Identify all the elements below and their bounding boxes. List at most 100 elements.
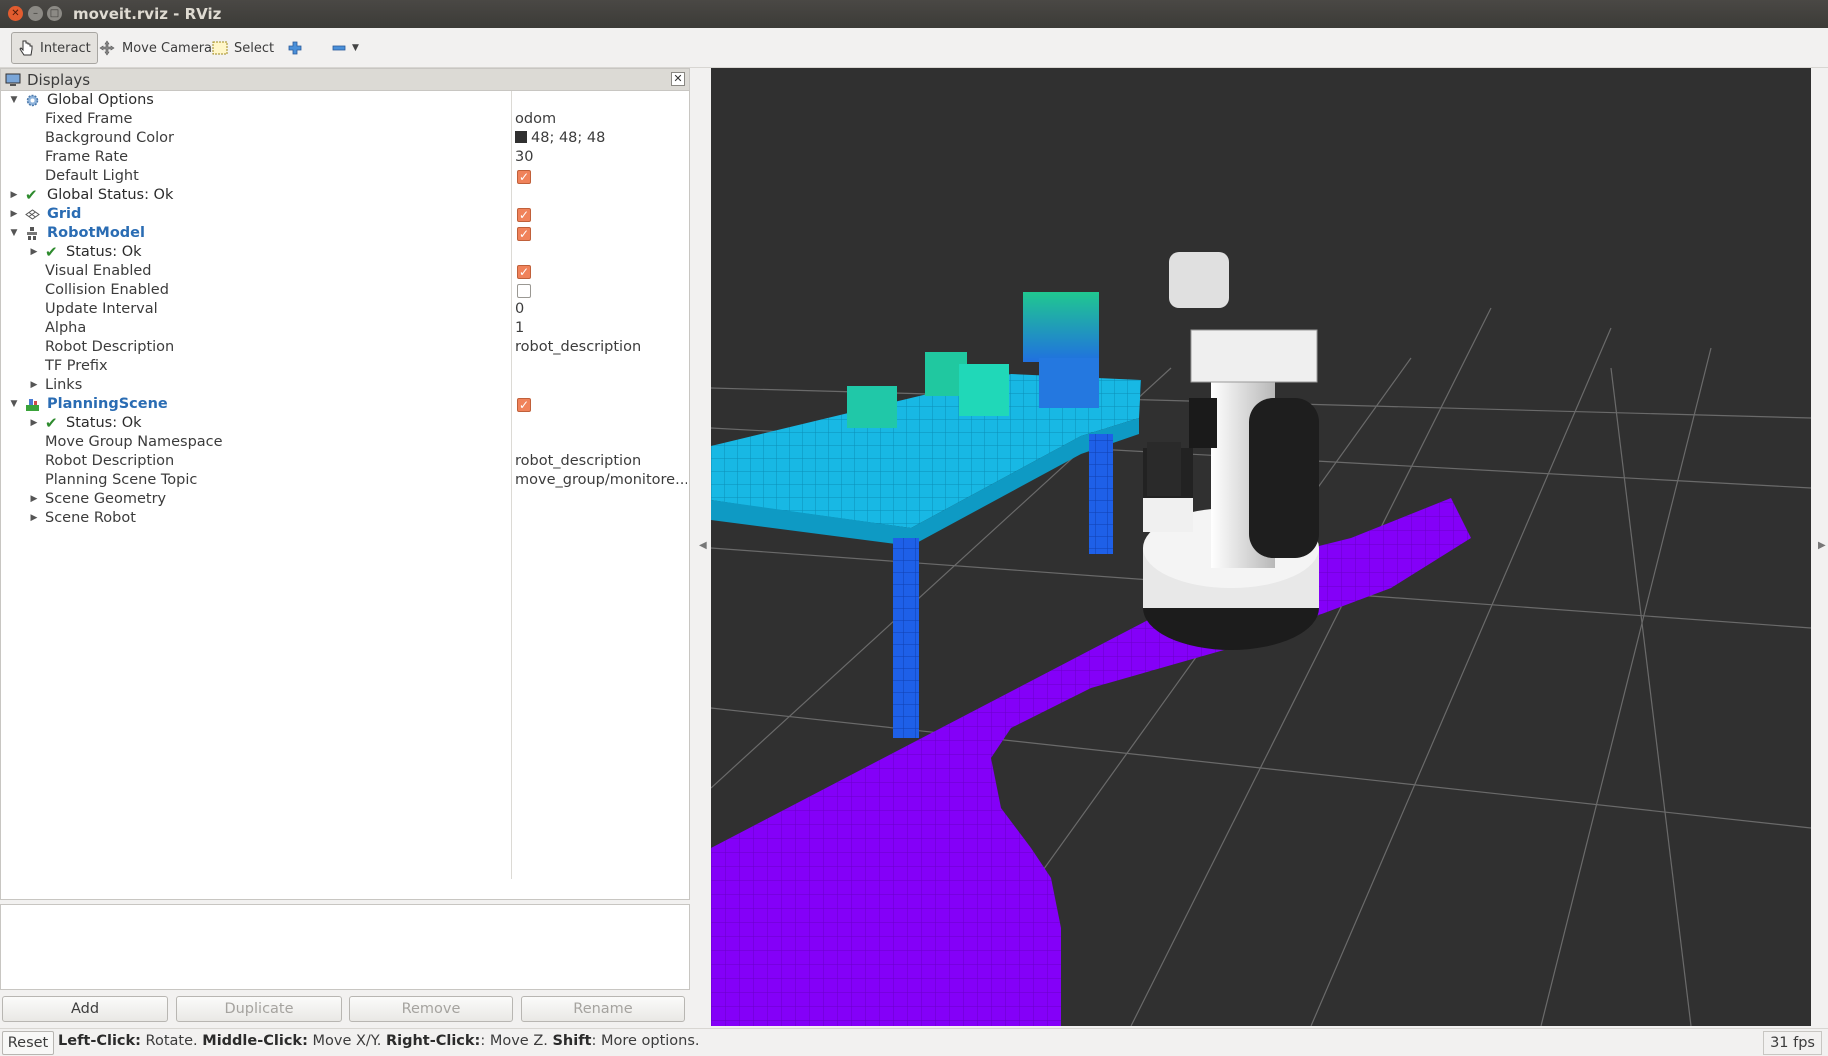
- tree-row-alpha[interactable]: Alpha 1: [1, 319, 689, 338]
- tree-label: Update Interval: [45, 301, 158, 317]
- tree-row-robot-description[interactable]: Robot Description robot_description: [1, 338, 689, 357]
- reset-button[interactable]: Reset: [2, 1031, 54, 1055]
- expand-arrow-icon[interactable]: ▼: [9, 395, 19, 414]
- tree-value[interactable]: 0: [515, 300, 687, 319]
- tree-value[interactable]: robot_description: [515, 338, 687, 357]
- displays-panel: Displays ✕ ▼ Global Options Fixed Frame …: [0, 68, 690, 900]
- select-label: Select: [234, 40, 275, 56]
- expand-arrow-icon[interactable]: ▼: [9, 224, 19, 243]
- tree-row-collision-enabled[interactable]: Collision Enabled: [1, 281, 689, 300]
- tree-value[interactable]: odom: [515, 110, 687, 129]
- expand-arrow-icon[interactable]: ▶: [29, 509, 39, 528]
- tree-label: Robot Description: [45, 339, 175, 355]
- default-light-checkbox[interactable]: [517, 168, 531, 187]
- right-click-desc: : Move Z.: [480, 1033, 553, 1049]
- move-camera-tool-button[interactable]: Move Camera: [92, 32, 218, 64]
- color-swatch: [515, 131, 527, 143]
- title-bar: ✕ – □ moveit.rviz - RViz: [0, 0, 1828, 28]
- tree-row-update-interval[interactable]: Update Interval 0: [1, 300, 689, 319]
- tree-row-scene-robot[interactable]: ▶ Scene Robot: [1, 509, 689, 528]
- collision-enabled-checkbox[interactable]: [517, 284, 531, 298]
- select-tool-button[interactable]: Select: [206, 32, 280, 64]
- displays-header: Displays ✕: [1, 69, 689, 91]
- tree-row-visual-enabled[interactable]: Visual Enabled: [1, 262, 689, 282]
- tree-row-planningscene[interactable]: ▼ PlanningScene: [1, 395, 689, 415]
- tree-row-links[interactable]: ▶ Links: [1, 376, 689, 395]
- table-leg: [1089, 434, 1113, 554]
- collapse-left-arrow-icon[interactable]: ◀: [699, 540, 707, 551]
- tree-row-frame-rate[interactable]: Frame Rate 30: [1, 148, 689, 167]
- middle-click-desc: Move X/Y.: [307, 1033, 386, 1049]
- remove-tool-menu[interactable]: ▼: [326, 32, 365, 64]
- tree-value-color[interactable]: 48; 48; 48: [515, 129, 687, 148]
- tree-value[interactable]: 1: [515, 319, 687, 338]
- tree-label: Scene Robot: [45, 510, 136, 526]
- remove-display-button[interactable]: Remove: [349, 996, 513, 1022]
- close-window-button[interactable]: ✕: [8, 6, 23, 21]
- plus-icon: [288, 41, 302, 55]
- expand-arrow-icon[interactable]: ▼: [9, 91, 19, 110]
- tree-label: Status: Ok: [66, 244, 142, 260]
- checkmark-icon: ✔: [25, 186, 38, 204]
- status-bar: Reset Left-Click: Rotate. Middle-Click: …: [0, 1028, 1828, 1056]
- expand-arrow-icon[interactable]: ▶: [29, 414, 39, 433]
- shift-desc: : More options.: [591, 1033, 700, 1049]
- tree-label: Default Light: [45, 168, 139, 184]
- expand-arrow-icon[interactable]: ▶: [9, 186, 19, 205]
- tree-row-move-group-namespace[interactable]: Move Group Namespace: [1, 433, 689, 452]
- robotmodel-enabled-checkbox[interactable]: [517, 225, 531, 244]
- minimize-window-button[interactable]: –: [28, 6, 43, 21]
- monitor-icon: [5, 72, 21, 92]
- tree-row-planning-scene-topic[interactable]: Planning Scene Topic move_group/monitore…: [1, 471, 689, 490]
- tree-label: Status: Ok: [66, 415, 142, 431]
- expand-arrow-icon[interactable]: ▶: [29, 490, 39, 509]
- tree-label: Planning Scene Topic: [45, 472, 198, 488]
- interact-tool-button[interactable]: Interact: [11, 32, 98, 64]
- table-leg: [893, 538, 919, 738]
- tree-row-planningscene-status[interactable]: ▶ ✔ Status: Ok: [1, 414, 689, 433]
- grid-enabled-checkbox[interactable]: [517, 206, 531, 225]
- duplicate-display-button[interactable]: Duplicate: [176, 996, 342, 1022]
- tree-label: TF Prefix: [45, 358, 108, 374]
- expand-arrow-icon[interactable]: ▶: [29, 243, 39, 262]
- planningscene-enabled-checkbox[interactable]: [517, 396, 531, 415]
- tree-label: Global Options: [47, 92, 154, 108]
- close-panel-icon[interactable]: ✕: [671, 72, 685, 86]
- tree-value[interactable]: 30: [515, 148, 687, 167]
- expand-arrow-icon[interactable]: ▶: [29, 376, 39, 395]
- displays-title: Displays: [27, 71, 91, 89]
- tree-row-robotmodel-status[interactable]: ▶ ✔ Status: Ok: [1, 243, 689, 262]
- maximize-window-button[interactable]: □: [47, 6, 62, 21]
- object-voxels: [1023, 292, 1099, 362]
- tree-row-robotmodel[interactable]: ▼ RobotModel: [1, 224, 689, 244]
- tree-row-fixed-frame[interactable]: Fixed Frame odom: [1, 110, 689, 129]
- tree-label: Robot Description: [45, 453, 175, 469]
- tree-row-robot-description[interactable]: Robot Description robot_description: [1, 452, 689, 471]
- tree-row-default-light[interactable]: Default Light: [1, 167, 689, 187]
- add-display-button[interactable]: Add: [2, 996, 168, 1022]
- scene-canvas: [711, 252, 1811, 1026]
- right-click-key: Right-Click:: [385, 1033, 481, 1049]
- tree-value[interactable]: move_group/monitore...: [515, 471, 687, 490]
- collapse-right-arrow-icon[interactable]: ▶: [1818, 540, 1826, 551]
- tree-label: Frame Rate: [45, 149, 129, 165]
- visual-enabled-checkbox[interactable]: [517, 263, 531, 282]
- displays-tree: ▼ Global Options Fixed Frame odom Backgr…: [1, 91, 689, 879]
- expand-arrow-icon[interactable]: ▶: [9, 205, 19, 224]
- checkmark-icon: ✔: [45, 414, 58, 432]
- tree-row-scene-geometry[interactable]: ▶ Scene Geometry: [1, 490, 689, 509]
- tree-value[interactable]: robot_description: [515, 452, 687, 471]
- tree-row-global-status[interactable]: ▶ ✔ Global Status: Ok: [1, 186, 689, 205]
- tree-row-background-color[interactable]: Background Color 48; 48; 48: [1, 129, 689, 148]
- rename-display-button[interactable]: Rename: [521, 996, 685, 1022]
- add-tool-button[interactable]: [282, 32, 308, 64]
- render-3d-view[interactable]: [711, 68, 1811, 1026]
- tree-row-global-options[interactable]: ▼ Global Options: [1, 91, 689, 110]
- tree-label: PlanningScene: [47, 396, 168, 412]
- tree-label: Grid: [47, 206, 82, 222]
- shift-key: Shift: [552, 1033, 592, 1049]
- tree-row-grid[interactable]: ▶ Grid: [1, 205, 689, 225]
- left-click-desc: Rotate.: [140, 1033, 203, 1049]
- tree-row-tf-prefix[interactable]: TF Prefix: [1, 357, 689, 376]
- planning-scene-icon: [25, 397, 40, 412]
